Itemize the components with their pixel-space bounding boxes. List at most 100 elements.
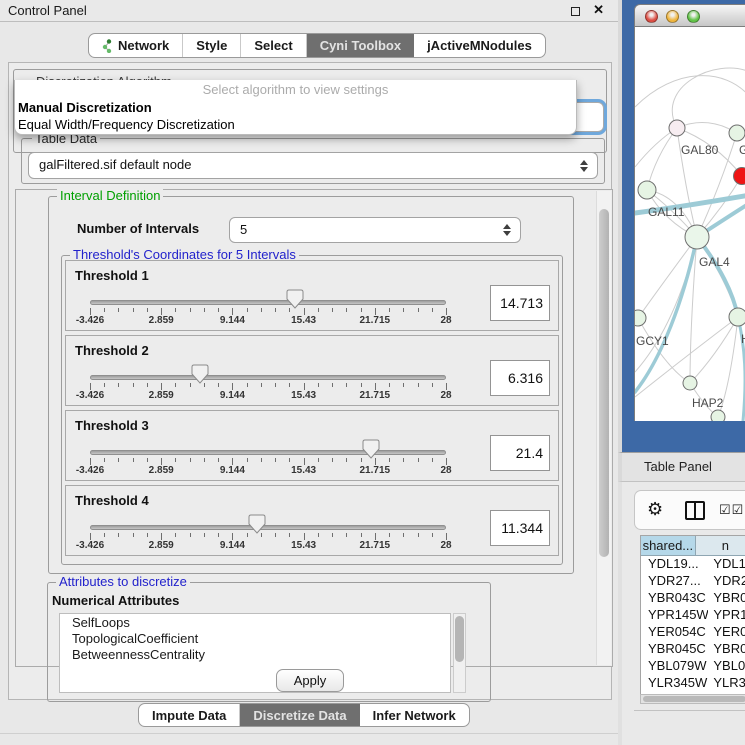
table-row[interactable]: YBR045CYBR0 <box>641 641 745 658</box>
bottom-tab-discretize-data[interactable]: Discretize Data <box>240 704 359 726</box>
node-table: shared... n YDL19...YDL1YDR27...YDR2YBR0… <box>640 535 745 695</box>
slider-thumb[interactable] <box>286 289 304 309</box>
number-of-intervals-combobox[interactable]: 5 <box>229 217 521 243</box>
slider-thumb[interactable] <box>248 514 266 534</box>
network-node[interactable] <box>711 410 725 421</box>
apply-button[interactable]: Apply <box>276 669 344 692</box>
apply-row: Apply <box>9 667 611 695</box>
thresholds-group: Threshold's Coordinates for 5 Intervals … <box>61 255 563 565</box>
table-data-combobox[interactable]: galFiltered.sif default node <box>28 152 598 179</box>
top-tabbar: NetworkStyleSelectCyni ToolboxjActiveMNo… <box>88 33 546 58</box>
attribute-item[interactable]: TopologicalCoefficient <box>60 630 450 646</box>
table-horizontal-scrollbar[interactable] <box>640 694 745 704</box>
threshold-box: Threshold 1-3.4262.8599.14415.4321.71528… <box>65 260 559 331</box>
table-row[interactable]: YER054CYER0 <box>641 624 745 641</box>
tab-cyni-toolbox[interactable]: Cyni Toolbox <box>307 34 414 57</box>
threshold-value-field[interactable]: 14.713 <box>490 285 550 321</box>
float-window-button[interactable] <box>571 7 580 16</box>
threshold-box: Threshold 4-3.4262.8599.14415.4321.71528… <box>65 485 559 556</box>
network-node[interactable] <box>683 376 697 390</box>
network-node[interactable] <box>635 310 646 326</box>
vertical-scrollbar-thumb[interactable] <box>599 209 609 557</box>
threshold-slider[interactable]: -3.4262.8599.14415.4321.71528 <box>90 411 446 480</box>
interval-definition-group: Interval Definition Number of Intervals … <box>48 196 574 574</box>
threshold-list: Threshold 1-3.4262.8599.14415.4321.71528… <box>62 260 562 556</box>
attribute-item[interactable]: SelfLoops <box>60 614 450 630</box>
table-panel-header: Table Panel <box>618 452 745 482</box>
network-node[interactable] <box>685 225 709 249</box>
network-node-label: HAP2 <box>692 396 724 410</box>
settings-scrollpane: Interval Definition Number of Intervals … <box>15 189 613 667</box>
network-node[interactable] <box>734 168 745 185</box>
dropdown-option-2[interactable]: Equal Width/Frequency Discretization <box>15 116 576 133</box>
interval-definition-title: Interval Definition <box>57 188 163 203</box>
table-panel-toolbar: ⚙ ☑☑ <box>634 490 745 530</box>
network-node-label: GAL80 <box>681 143 719 157</box>
network-node-label: GCY1 <box>636 334 669 348</box>
cyni-toolbox-panel: Discretization Algorithm Table Data galF… <box>8 62 612 700</box>
slider-thumb[interactable] <box>362 439 380 459</box>
threshold-slider[interactable]: -3.4262.8599.14415.4321.71528 <box>90 486 446 555</box>
network-icon <box>102 39 113 53</box>
slider-thumb[interactable] <box>191 364 209 384</box>
threshold-box: Threshold 2-3.4262.8599.14415.4321.71528… <box>65 335 559 406</box>
close-icon[interactable]: ✕ <box>593 2 604 18</box>
dropdown-placeholder-item[interactable]: Select algorithm to view settings <box>15 80 576 99</box>
tab-style[interactable]: Style <box>183 34 241 57</box>
dropdown-option-1[interactable]: Manual Discretization <box>15 99 576 116</box>
table-row[interactable]: YLR345WYLR3 <box>641 675 745 692</box>
threshold-slider[interactable]: -3.4262.8599.14415.4321.71528 <box>90 261 446 330</box>
tab-select[interactable]: Select <box>241 34 306 57</box>
tab-network[interactable]: Network <box>89 34 183 57</box>
bottom-tab-infer-network[interactable]: Infer Network <box>360 704 469 726</box>
table-data-group: Table Data galFiltered.sif default node <box>21 138 605 184</box>
combo-stepper-icon <box>503 224 511 236</box>
table-row[interactable]: YBR043CYBR0 <box>641 590 745 607</box>
attribute-item[interactable]: BetweennessCentrality <box>60 646 450 662</box>
network-node-label: GA <box>739 143 745 157</box>
table-row[interactable]: YPR145WYPR1 <box>641 607 745 624</box>
gear-icon[interactable]: ⚙ <box>647 499 663 520</box>
node-table-header: shared... n <box>641 536 745 556</box>
network-node[interactable] <box>638 181 656 199</box>
number-of-intervals-label: Number of Intervals <box>77 221 199 236</box>
network-node-label: GAL4 <box>699 255 730 269</box>
network-graph[interactable]: GAL80GACGAL11GAL4GCY1HHAP2 <box>635 27 745 421</box>
vertical-scrollbar[interactable] <box>596 191 611 665</box>
bottom-tab-impute-data[interactable]: Impute Data <box>139 704 240 726</box>
checkbox-icons[interactable]: ☑☑ <box>719 502 744 518</box>
number-of-intervals-row: Number of Intervals 5 <box>49 215 573 243</box>
mac-zoom-button[interactable] <box>687 10 700 23</box>
network-window[interactable]: GAL80GACGAL11GAL4GCY1HHAP2 <box>634 4 745 421</box>
threshold-value-field[interactable]: 21.4 <box>490 435 550 471</box>
threshold-value-field[interactable]: 11.344 <box>490 510 550 546</box>
network-node[interactable] <box>729 308 745 326</box>
table-row[interactable]: YBL079WYBL0 <box>641 658 745 675</box>
numerical-attributes-label: Numerical Attributes <box>52 593 179 608</box>
table-data-value: galFiltered.sif default node <box>39 157 191 172</box>
combo-stepper-icon <box>580 160 588 172</box>
mac-close-button[interactable] <box>645 10 658 23</box>
table-row[interactable]: YDR27...YDR2 <box>641 573 745 590</box>
screen: Control Panel ✕ NetworkStyleSelectCyni T… <box>0 0 745 745</box>
network-node[interactable] <box>729 125 745 141</box>
table-panel-bottom-edge <box>634 710 745 711</box>
network-node[interactable] <box>669 120 685 136</box>
table-horizontal-scrollbar-thumb[interactable] <box>643 696 745 702</box>
network-canvas[interactable]: GAL80GACGAL11GAL4GCY1HHAP2 <box>634 27 745 421</box>
network-view-frame: GAL80GACGAL11GAL4GCY1HHAP2 <box>618 0 745 452</box>
threshold-value-field[interactable]: 6.316 <box>490 360 550 396</box>
table-row[interactable]: YDL19...YDL1 <box>641 556 745 573</box>
column-header-name[interactable]: n <box>696 536 745 555</box>
right-panel: GAL80GACGAL11GAL4GCY1HHAP2 Table Panel ⚙… <box>618 0 745 745</box>
column-header-shared-name[interactable]: shared... <box>641 536 696 555</box>
table-panel-body: ⚙ ☑☑ shared... n YDL19...YDL1YDR27...YDR… <box>618 482 745 745</box>
control-panel-titlebar: Control Panel ✕ <box>0 0 618 22</box>
mac-minimize-button[interactable] <box>666 10 679 23</box>
control-panel: Control Panel ✕ NetworkStyleSelectCyni T… <box>0 0 618 745</box>
tab-jactivemnodules[interactable]: jActiveMNodules <box>414 34 545 57</box>
attributes-group-title: Attributes to discretize <box>56 574 190 589</box>
columns-icon[interactable] <box>685 501 705 520</box>
threshold-slider[interactable]: -3.4262.8599.14415.4321.71528 <box>90 336 446 405</box>
network-window-titlebar <box>634 4 745 27</box>
